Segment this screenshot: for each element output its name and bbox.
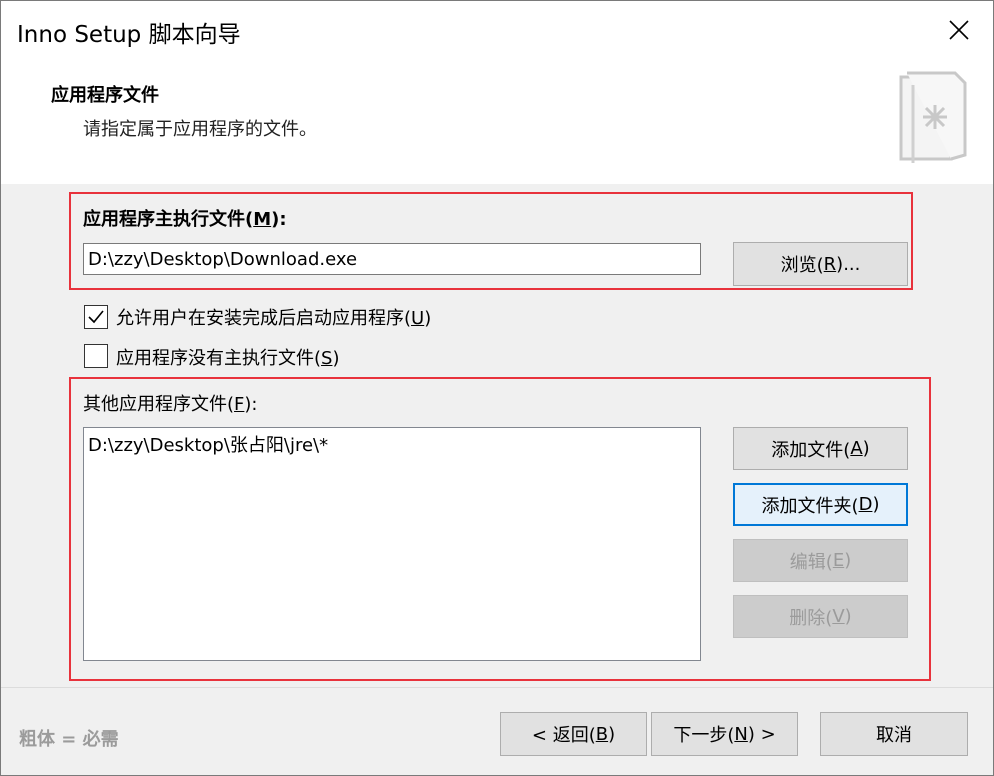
next-button[interactable]: 下一步(N) > (651, 712, 798, 756)
checkmark-icon (88, 310, 104, 324)
close-button[interactable] (939, 11, 979, 49)
document-icon (899, 71, 967, 163)
highlight-box-main-exe (69, 192, 913, 290)
page-title: 应用程序文件 (51, 85, 159, 106)
wizard-header: 应用程序文件 请指定属于应用程序的文件。 (1, 59, 993, 184)
window-title: Inno Setup 脚本向导 (17, 22, 241, 48)
no-main-exe-checkbox[interactable] (84, 344, 108, 368)
page-subtitle: 请指定属于应用程序的文件。 (83, 119, 317, 140)
close-icon (949, 20, 969, 40)
back-button[interactable]: < 返回(B) (500, 712, 647, 756)
allow-start-checkbox[interactable] (84, 305, 108, 329)
title-bar: Inno Setup 脚本向导 (1, 1, 993, 59)
allow-start-label[interactable]: 允许用户在安装完成后启动应用程序(U) (116, 304, 431, 330)
required-note: 粗体 = 必需 (19, 729, 119, 750)
highlight-box-other-files (69, 377, 931, 681)
cancel-button[interactable]: 取消 (820, 712, 968, 756)
no-main-exe-label[interactable]: 应用程序没有主执行文件(S) (116, 344, 340, 370)
setup-wizard-window: Inno Setup 脚本向导 应用程序文件 请指定属于应用程序的文件。 应用程… (0, 0, 994, 776)
